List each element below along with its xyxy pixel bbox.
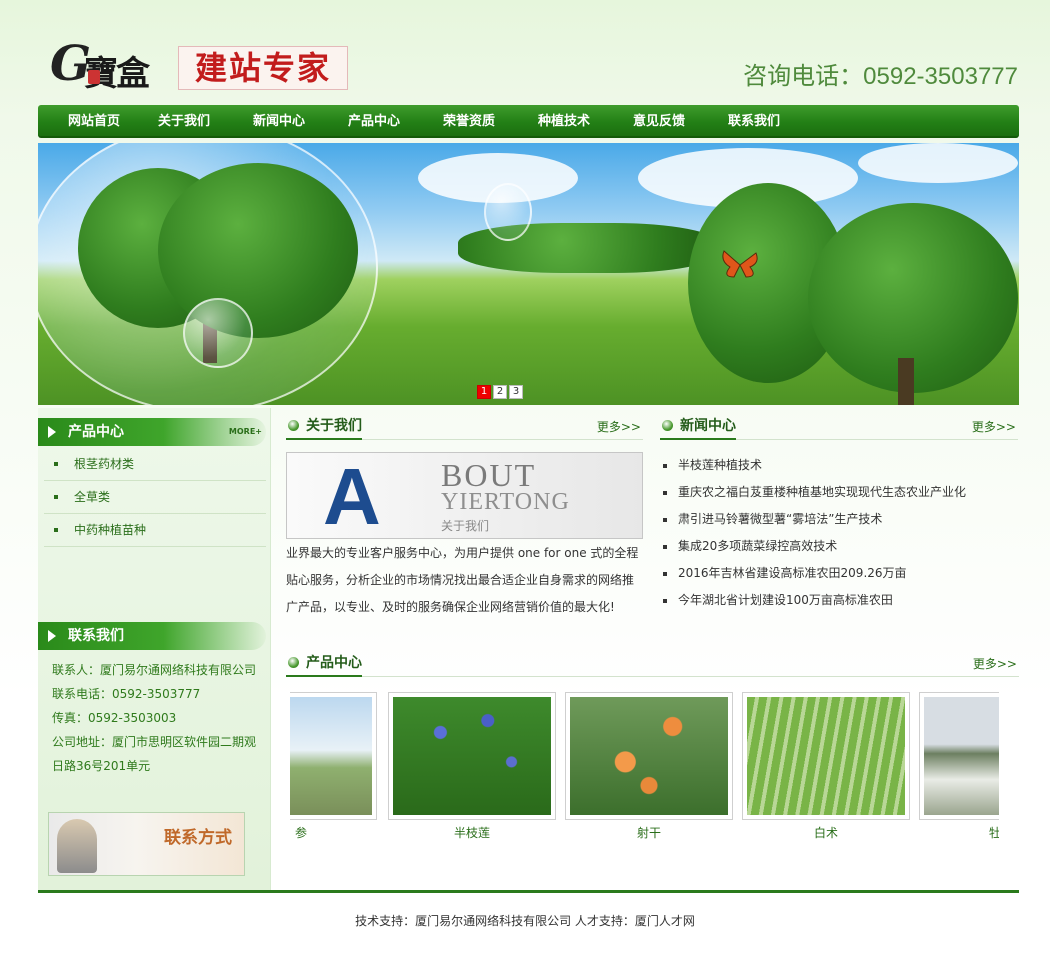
- about-section-title: 关于我们: [286, 414, 362, 440]
- products-section-header: 产品中心 更多>>: [286, 651, 1019, 677]
- nav-item-about[interactable]: 关于我们: [158, 105, 253, 138]
- banner-tree-trunk: [898, 358, 914, 405]
- contact-info: 联系人：厦门易尔通网络科技有限公司 联系电话：0592-3503777 传真：0…: [52, 658, 262, 778]
- arrow-right-icon: [48, 630, 56, 642]
- logo-seal-icon: [88, 70, 100, 84]
- footer-text: 技术支持：厦门易尔通网络科技有限公司 人才支持：厦门人才网: [355, 914, 695, 928]
- nav-list: 网站首页 关于我们 新闻中心 产品中心 荣誉资质 种植技术 意见反馈 联系我们: [38, 105, 1019, 138]
- products-section-title: 产品中心: [286, 651, 362, 677]
- about-section-header: 关于我们 更多>>: [286, 414, 643, 440]
- banner-page-2[interactable]: 2: [493, 385, 507, 399]
- news-item[interactable]: 肃引进马铃薯微型薯“雾培法”生产技术: [660, 506, 1018, 533]
- product-card[interactable]: 射干: [565, 692, 733, 841]
- product-image-frame: [919, 692, 999, 820]
- nav-item-news[interactable]: 新闻中心: [253, 105, 348, 138]
- sidebar-products-header: 产品中心 MORE+: [38, 418, 266, 446]
- product-card[interactable]: 半枝莲: [388, 692, 556, 841]
- news-section-title: 新闻中心: [660, 414, 736, 440]
- sidebar-contact-header: 联系我们: [38, 622, 266, 650]
- category-item[interactable]: 全草类: [44, 481, 266, 514]
- about-text: 业界最大的专业客户服务中心，为用户提供 one for one 式的全程贴心服务…: [286, 546, 639, 614]
- banner-page-3[interactable]: 3: [509, 385, 523, 399]
- product-image-frame: [290, 692, 377, 820]
- nav-item-products[interactable]: 产品中心: [348, 105, 443, 138]
- product-image-frame: [388, 692, 556, 820]
- product-image: [747, 697, 905, 815]
- product-name: 射干: [636, 826, 661, 840]
- product-name: 白术: [813, 826, 838, 840]
- leaf-bubble-icon: [484, 183, 532, 241]
- about-image-line3: 关于我们: [441, 519, 490, 533]
- sidebar-more-link[interactable]: MORE+: [229, 418, 262, 446]
- news-more-link[interactable]: 更多>>: [972, 418, 1016, 435]
- contact-us-button[interactable]: 联系方式: [48, 812, 245, 876]
- news-section-header: 新闻中心 更多>>: [660, 414, 1018, 440]
- about-banner-image[interactable]: A BOUT YIERTONG 关于我们: [286, 452, 643, 539]
- nav-item-home[interactable]: 网站首页: [68, 105, 158, 138]
- main-nav: 网站首页 关于我们 新闻中心 产品中心 荣誉资质 种植技术 意见反馈 联系我们: [38, 105, 1019, 138]
- category-item[interactable]: 中药种植苗种: [44, 514, 266, 547]
- logo-slogan: 建站专家: [178, 46, 348, 90]
- about-image-line2: YIERTONG: [441, 489, 570, 515]
- footer-divider: [38, 890, 1019, 893]
- products-more-link[interactable]: 更多>>: [973, 655, 1017, 672]
- banner-page-1[interactable]: 1: [477, 385, 491, 399]
- product-carousel: 参 半枝莲 射干 白术 牡: [290, 692, 999, 842]
- banner-tree: [158, 163, 358, 338]
- sidebar-products-title: 产品中心: [68, 424, 124, 440]
- site-logo[interactable]: G 寶盒 建站专家: [50, 36, 350, 95]
- news-item[interactable]: 2016年吉林省建设高标准农田209.26万亩: [660, 560, 1018, 587]
- product-image: [924, 697, 999, 815]
- sidebar-contact-title: 联系我们: [68, 628, 124, 644]
- nav-item-contact[interactable]: 联系我们: [728, 105, 823, 138]
- product-image: [570, 697, 728, 815]
- news-item[interactable]: 集成20多项蔬菜绿控高效技术: [660, 533, 1018, 560]
- news-item[interactable]: 半枝莲种植技术: [660, 452, 1018, 479]
- product-name: 牡: [989, 826, 999, 840]
- about-image-letter: A: [323, 452, 381, 539]
- arrow-right-icon: [48, 426, 56, 438]
- contact-tel: 联系电话：0592-3503777: [52, 687, 201, 701]
- product-name: 参: [294, 826, 307, 840]
- contact-person: 联系人：厦门易尔通网络科技有限公司: [52, 663, 257, 677]
- hero-banner[interactable]: [38, 143, 1019, 405]
- news-item[interactable]: 今年湖北省计划建设100万亩高标准农田: [660, 587, 1018, 614]
- left-sidebar: 产品中心 MORE+ 根茎药材类 全草类 中药种植苗种 联系我们 联系人：厦门易…: [38, 408, 271, 890]
- product-image: [290, 697, 372, 815]
- butterfly-icon: [722, 250, 758, 278]
- product-name: 半枝莲: [453, 826, 490, 840]
- banner-pager: 1 2 3: [477, 385, 523, 399]
- product-card[interactable]: 白术: [742, 692, 910, 841]
- about-more-link[interactable]: 更多>>: [597, 418, 641, 435]
- hotline-phone: 咨询电话：0592-3503777: [743, 63, 1018, 90]
- nav-item-feedback[interactable]: 意见反馈: [633, 105, 728, 138]
- news-list: 半枝莲种植技术 重庆农之福白芨重楼种植基地实现现代生态农业产业化 肃引进马铃薯微…: [660, 452, 1018, 614]
- contact-button-label: 联系方式: [164, 828, 232, 848]
- banner-small-bubble: [183, 298, 253, 368]
- product-card[interactable]: 牡: [919, 692, 999, 841]
- product-image-frame: [742, 692, 910, 820]
- support-person-icon: [57, 819, 97, 873]
- nav-item-planting[interactable]: 种植技术: [538, 105, 633, 138]
- category-item[interactable]: 根茎药材类: [44, 448, 266, 481]
- banner-cloud: [858, 143, 1018, 183]
- news-item[interactable]: 重庆农之福白芨重楼种植基地实现现代生态农业产业化: [660, 479, 1018, 506]
- contact-fax: 传真：0592-3503003: [52, 711, 177, 725]
- nav-item-honors[interactable]: 荣誉资质: [443, 105, 538, 138]
- product-card[interactable]: 参: [290, 692, 377, 841]
- product-image: [393, 697, 551, 815]
- category-list: 根茎药材类 全草类 中药种植苗种: [44, 448, 266, 547]
- contact-address: 公司地址：厦门市思明区软件园二期观日路36号201单元: [52, 735, 257, 773]
- product-image-frame: [565, 692, 733, 820]
